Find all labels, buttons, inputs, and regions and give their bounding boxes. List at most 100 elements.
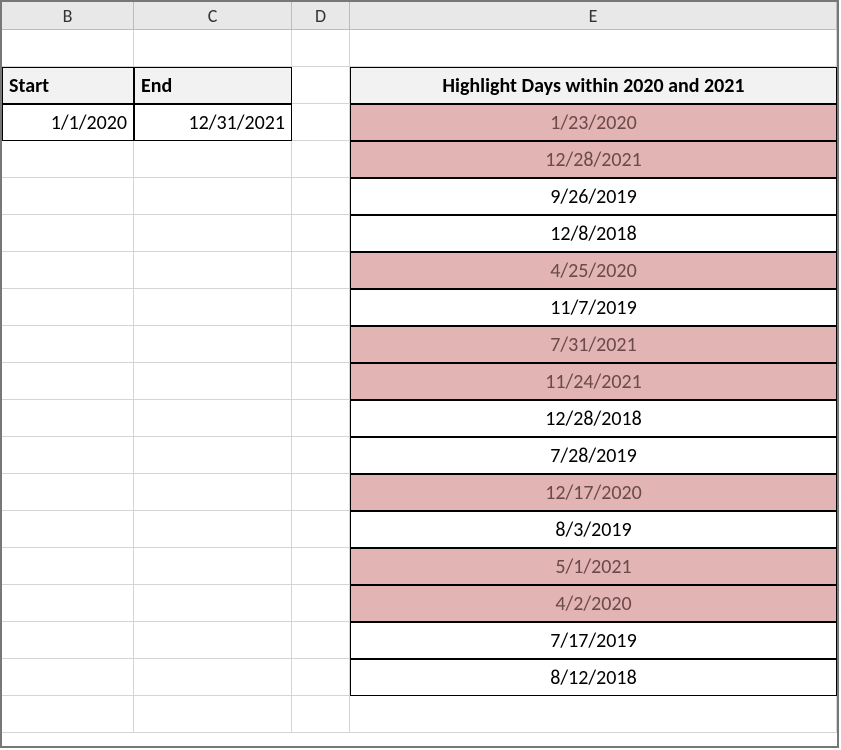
grid-cell[interactable]: [134, 585, 292, 622]
grid-cell[interactable]: [134, 252, 292, 289]
date-cell[interactable]: 5/1/2021: [350, 548, 837, 585]
grid-row: 7/31/2021: [2, 326, 837, 363]
column-header-row: B C D E: [2, 2, 837, 30]
grid-row: 11/24/2021: [2, 363, 837, 400]
grid-cell[interactable]: [134, 622, 292, 659]
grid-row: [2, 30, 837, 67]
date-cell[interactable]: 12/28/2018: [350, 400, 837, 437]
grid-cell[interactable]: [292, 622, 350, 659]
date-cell[interactable]: 9/26/2019: [350, 178, 837, 215]
grid-cell[interactable]: [134, 511, 292, 548]
grid-cell[interactable]: [2, 548, 134, 585]
date-cell[interactable]: 7/31/2021: [350, 326, 837, 363]
date-cell[interactable]: 8/3/2019: [350, 511, 837, 548]
grid-row: 7/28/2019: [2, 437, 837, 474]
grid-cell[interactable]: [134, 326, 292, 363]
grid-cell[interactable]: [292, 326, 350, 363]
grid-cell[interactable]: [2, 622, 134, 659]
highlight-header-cell[interactable]: Highlight Days within 2020 and 2021: [350, 67, 837, 104]
date-cell[interactable]: 7/28/2019: [350, 437, 837, 474]
grid-cell[interactable]: [2, 696, 134, 733]
grid-cell[interactable]: [292, 30, 350, 67]
grid-cell[interactable]: [292, 474, 350, 511]
grid-cell[interactable]: [134, 474, 292, 511]
grid-cell[interactable]: [2, 326, 134, 363]
grid-cell[interactable]: [292, 400, 350, 437]
grid-cell[interactable]: [292, 363, 350, 400]
start-header-cell[interactable]: Start: [2, 67, 134, 104]
date-cell[interactable]: 4/2/2020: [350, 585, 837, 622]
end-value-cell[interactable]: 12/31/2021: [134, 104, 292, 141]
grid-row: 12/8/2018: [2, 215, 837, 252]
grid-row: Start End Highlight Days within 2020 and…: [2, 67, 837, 104]
spreadsheet: B C D E Start End Highlight Days within …: [0, 0, 839, 748]
grid-cell[interactable]: [2, 252, 134, 289]
end-header-cell[interactable]: End: [134, 67, 292, 104]
grid-cell[interactable]: [134, 659, 292, 696]
grid-cell[interactable]: [2, 400, 134, 437]
grid-cell[interactable]: [134, 178, 292, 215]
grid-row: 8/3/2019: [2, 511, 837, 548]
grid-row: 5/1/2021: [2, 548, 837, 585]
grid-cell[interactable]: [2, 659, 134, 696]
grid-cell[interactable]: [292, 437, 350, 474]
grid-cell[interactable]: [134, 30, 292, 67]
col-header-c[interactable]: C: [134, 2, 292, 30]
grid-cell[interactable]: [2, 30, 134, 67]
grid-row: 8/12/2018: [2, 659, 837, 696]
grid-cell[interactable]: [292, 215, 350, 252]
date-cell[interactable]: 12/28/2021: [350, 141, 837, 178]
grid-cell[interactable]: [292, 696, 350, 733]
grid-cell[interactable]: [2, 511, 134, 548]
grid-cell[interactable]: [134, 141, 292, 178]
grid-row: 4/25/2020: [2, 252, 837, 289]
grid-cell[interactable]: [134, 696, 292, 733]
grid-cell[interactable]: [2, 141, 134, 178]
grid-cell[interactable]: [134, 437, 292, 474]
date-cell[interactable]: 11/24/2021: [350, 363, 837, 400]
grid-row: 4/2/2020: [2, 585, 837, 622]
grid-cell[interactable]: [292, 548, 350, 585]
grid-row: [2, 696, 837, 733]
grid-cell[interactable]: [292, 289, 350, 326]
col-header-e[interactable]: E: [350, 2, 837, 30]
grid-row: 12/28/2021: [2, 141, 837, 178]
date-cell[interactable]: 12/17/2020: [350, 474, 837, 511]
grid-row: 12/17/2020: [2, 474, 837, 511]
grid-cell[interactable]: [2, 437, 134, 474]
grid-cell[interactable]: [2, 363, 134, 400]
grid-cell[interactable]: [292, 141, 350, 178]
col-header-d[interactable]: D: [292, 2, 350, 30]
grid-row: 9/26/2019: [2, 178, 837, 215]
grid-row: 1/1/2020 12/31/2021 1/23/2020: [2, 104, 837, 141]
grid-cell[interactable]: [2, 289, 134, 326]
grid-cell[interactable]: [134, 289, 292, 326]
grid-cell[interactable]: [134, 363, 292, 400]
date-cell[interactable]: 8/12/2018: [350, 659, 837, 696]
grid-cell[interactable]: [292, 511, 350, 548]
grid-cell[interactable]: [134, 548, 292, 585]
grid-cell[interactable]: [2, 215, 134, 252]
grid-cell[interactable]: [134, 400, 292, 437]
grid-cell[interactable]: [292, 659, 350, 696]
date-cell[interactable]: 11/7/2019: [350, 289, 837, 326]
date-cell[interactable]: 4/25/2020: [350, 252, 837, 289]
grid-cell[interactable]: [292, 252, 350, 289]
grid-row: 12/28/2018: [2, 400, 837, 437]
grid-cell[interactable]: [292, 104, 350, 141]
grid-cell[interactable]: [2, 178, 134, 215]
grid-cell[interactable]: [2, 585, 134, 622]
grid-cell[interactable]: [2, 474, 134, 511]
start-value-cell[interactable]: 1/1/2020: [2, 104, 134, 141]
date-cell[interactable]: 12/8/2018: [350, 215, 837, 252]
grid-cell[interactable]: [292, 178, 350, 215]
grid-cell[interactable]: [292, 585, 350, 622]
grid-cell[interactable]: [350, 696, 837, 733]
grid-row: 11/7/2019: [2, 289, 837, 326]
grid-cell[interactable]: [134, 215, 292, 252]
date-cell[interactable]: 1/23/2020: [350, 104, 837, 141]
col-header-b[interactable]: B: [2, 2, 134, 30]
grid-cell[interactable]: [292, 67, 350, 104]
grid-cell[interactable]: [350, 30, 837, 67]
date-cell[interactable]: 7/17/2019: [350, 622, 837, 659]
